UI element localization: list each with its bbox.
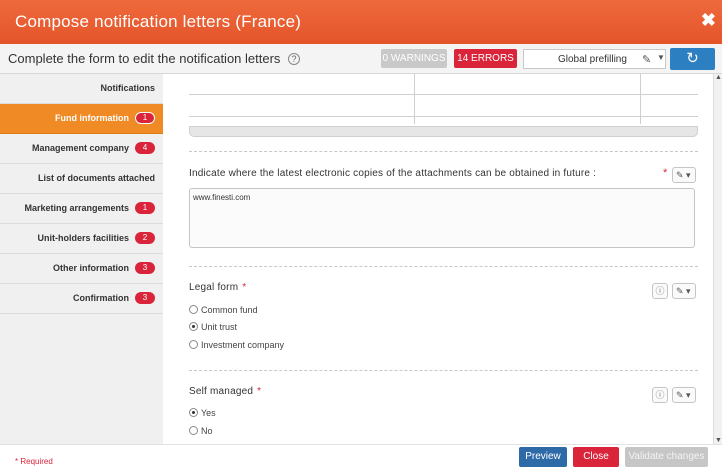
sidebar-item-label: Confirmation (73, 293, 129, 303)
radio-checked-icon (189, 322, 198, 331)
radio-checked-icon (189, 408, 198, 417)
sidebar-item-label: Marketing arrangements (24, 203, 129, 213)
error-count-badge: 3 (135, 262, 155, 274)
refresh-button[interactable]: ↻ (670, 48, 715, 70)
edit-dropdown-button[interactable]: ✎ ▾ (672, 283, 696, 299)
table-column-divider (640, 74, 641, 124)
radio-option-label: No (201, 426, 213, 436)
legal-form-option-unit-trust[interactable]: Unit trust (189, 322, 237, 332)
validate-changes-button[interactable]: Validate changes (625, 447, 708, 467)
help-icon[interactable]: ? (288, 53, 301, 65)
error-count-badge: 1 (135, 202, 155, 214)
dialog-title-bar: Compose notification letters (France) ✖ (0, 0, 722, 44)
sidebar-item-label: Other information (53, 263, 129, 273)
self-managed-label-text: Self managed (189, 386, 254, 397)
pencil-icon: ✎ (642, 54, 652, 66)
info-icon[interactable]: ⓘ (652, 387, 668, 403)
sidebar-item-label: List of documents attached (37, 173, 155, 183)
table-row-divider (189, 116, 698, 117)
form-content: Indicate where the latest electronic cop… (163, 74, 713, 444)
warnings-button[interactable]: 0 WARNINGS (381, 49, 447, 68)
sidebar-item-management-company[interactable]: Management company 4 (0, 134, 163, 164)
attachments-location-input[interactable]: www.finesti.com (189, 188, 695, 248)
sidebar-item-notifications[interactable]: Notifications (0, 74, 163, 104)
vertical-scrollbar[interactable]: ▲ ▼ (713, 74, 722, 444)
sidebar-item-documents-attached[interactable]: List of documents attached (0, 164, 163, 194)
self-managed-label: Self managed * (189, 386, 261, 397)
legal-form-label: Legal form * (189, 282, 246, 293)
close-icon[interactable]: ✖ (701, 10, 716, 31)
table-column-divider (414, 74, 415, 124)
error-count-badge: 3 (135, 292, 155, 304)
sidebar-nav: Notifications Fund information 1 Managem… (0, 74, 175, 444)
required-indicator: * (242, 282, 247, 293)
legal-form-option-common-fund[interactable]: Common fund (189, 305, 258, 315)
attachments-question-label: Indicate where the latest electronic cop… (189, 168, 597, 179)
scroll-up-icon[interactable]: ▲ (715, 74, 722, 81)
legal-form-option-investment-company[interactable]: Investment company (189, 340, 284, 350)
sidebar-item-unit-holders-facilities[interactable]: Unit-holders facilities 2 (0, 224, 163, 254)
sidebar-item-other-information[interactable]: Other information 3 (0, 254, 163, 284)
global-prefilling-dropdown[interactable]: Global prefilling ✎ ▼ (523, 49, 666, 69)
sidebar-item-confirmation[interactable]: Confirmation 3 (0, 284, 163, 314)
pencil-icon: ✎ ▾ (676, 390, 691, 400)
radio-unchecked-icon (189, 305, 198, 314)
legal-form-label-text: Legal form (189, 282, 239, 293)
info-icon[interactable]: ⓘ (652, 283, 668, 299)
self-managed-option-yes[interactable]: Yes (189, 408, 216, 418)
dialog-footer: * Required Preview Close Validate change… (0, 444, 722, 467)
table-row-divider (189, 94, 698, 95)
edit-dropdown-button[interactable]: ✎ ▾ (672, 387, 696, 403)
radio-option-label: Unit trust (201, 322, 238, 332)
pencil-icon: ✎ ▾ (676, 286, 691, 296)
section-divider (189, 370, 698, 371)
sidebar-item-label: Fund information (55, 113, 129, 123)
radio-option-label: Common fund (201, 305, 258, 315)
radio-unchecked-icon (189, 426, 198, 435)
self-managed-option-no[interactable]: No (189, 426, 213, 436)
error-count-badge: 1 (135, 112, 155, 124)
global-prefilling-label: Global prefilling (558, 54, 627, 65)
sidebar-item-label: Notifications (100, 83, 155, 93)
section-divider (189, 266, 698, 267)
sidebar-item-label: Unit-holders facilities (37, 233, 129, 243)
sidebar-item-fund-information[interactable]: Fund information 1 (0, 104, 175, 134)
edit-dropdown-button[interactable]: ✎ ▾ (672, 167, 696, 183)
table-footer (189, 126, 698, 137)
form-subtitle: Complete the form to edit the notificati… (8, 51, 301, 66)
section-divider (189, 151, 698, 152)
scroll-down-icon[interactable]: ▼ (715, 437, 722, 444)
error-count-badge: 4 (135, 142, 155, 154)
preview-button[interactable]: Preview (519, 447, 567, 467)
close-button[interactable]: Close (573, 447, 619, 467)
form-subtitle-text: Complete the form to edit the notificati… (8, 51, 281, 66)
chevron-down-icon: ▼ (657, 53, 665, 62)
radio-option-label: Investment company (201, 340, 285, 350)
radio-unchecked-icon (189, 340, 198, 349)
dialog-title: Compose notification letters (France) (15, 12, 302, 31)
required-note: * Required (15, 457, 53, 466)
radio-option-label: Yes (201, 408, 216, 418)
required-indicator: * (663, 167, 668, 179)
errors-button[interactable]: 14 ERRORS (454, 49, 517, 68)
required-indicator: * (257, 386, 262, 397)
error-count-badge: 2 (135, 232, 155, 244)
form-header: Complete the form to edit the notificati… (0, 44, 722, 74)
pencil-icon: ✎ ▾ (676, 170, 691, 180)
sidebar-item-label: Management company (31, 143, 129, 153)
sidebar-item-marketing-arrangements[interactable]: Marketing arrangements 1 (0, 194, 163, 224)
refresh-icon: ↻ (686, 50, 699, 67)
